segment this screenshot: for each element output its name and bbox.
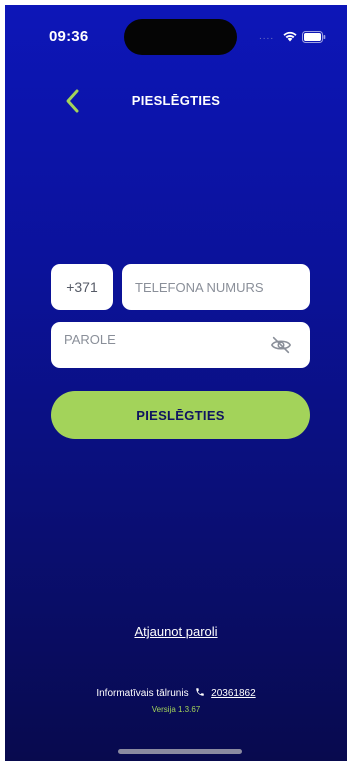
eye-off-icon[interactable]	[270, 334, 292, 356]
wifi-icon	[282, 29, 298, 47]
home-indicator	[118, 749, 242, 754]
login-button[interactable]: PIESLĒGTIES	[51, 391, 310, 439]
status-time: 09:36	[49, 28, 89, 45]
phone-number-input[interactable]	[135, 264, 305, 310]
signal-dots: ....	[259, 31, 275, 42]
app-version: Versija 1.3.67	[151, 705, 201, 714]
battery-icon	[302, 30, 326, 48]
hotline-info: Informatīvais tālrunis 20361862	[5, 687, 347, 699]
password-input[interactable]	[64, 316, 264, 362]
page-title: PIESLĒGTIES	[131, 93, 221, 108]
country-code-value: +371	[66, 279, 98, 295]
phone-number-field[interactable]	[122, 264, 310, 310]
hotline-number-link[interactable]: 20361862	[211, 688, 256, 699]
app-screen: 09:36 .... PIESLĒGTIES +371 TELEFONA NUM…	[5, 5, 347, 761]
status-icons: ....	[259, 29, 327, 43]
phone-icon	[195, 687, 205, 697]
reset-password-link[interactable]: Atjaunot paroli	[5, 624, 347, 639]
dynamic-island	[124, 19, 237, 55]
hotline-label: Informatīvais tālrunis	[96, 688, 189, 699]
password-field[interactable]	[51, 316, 310, 368]
country-code-selector[interactable]: +371	[51, 264, 113, 310]
